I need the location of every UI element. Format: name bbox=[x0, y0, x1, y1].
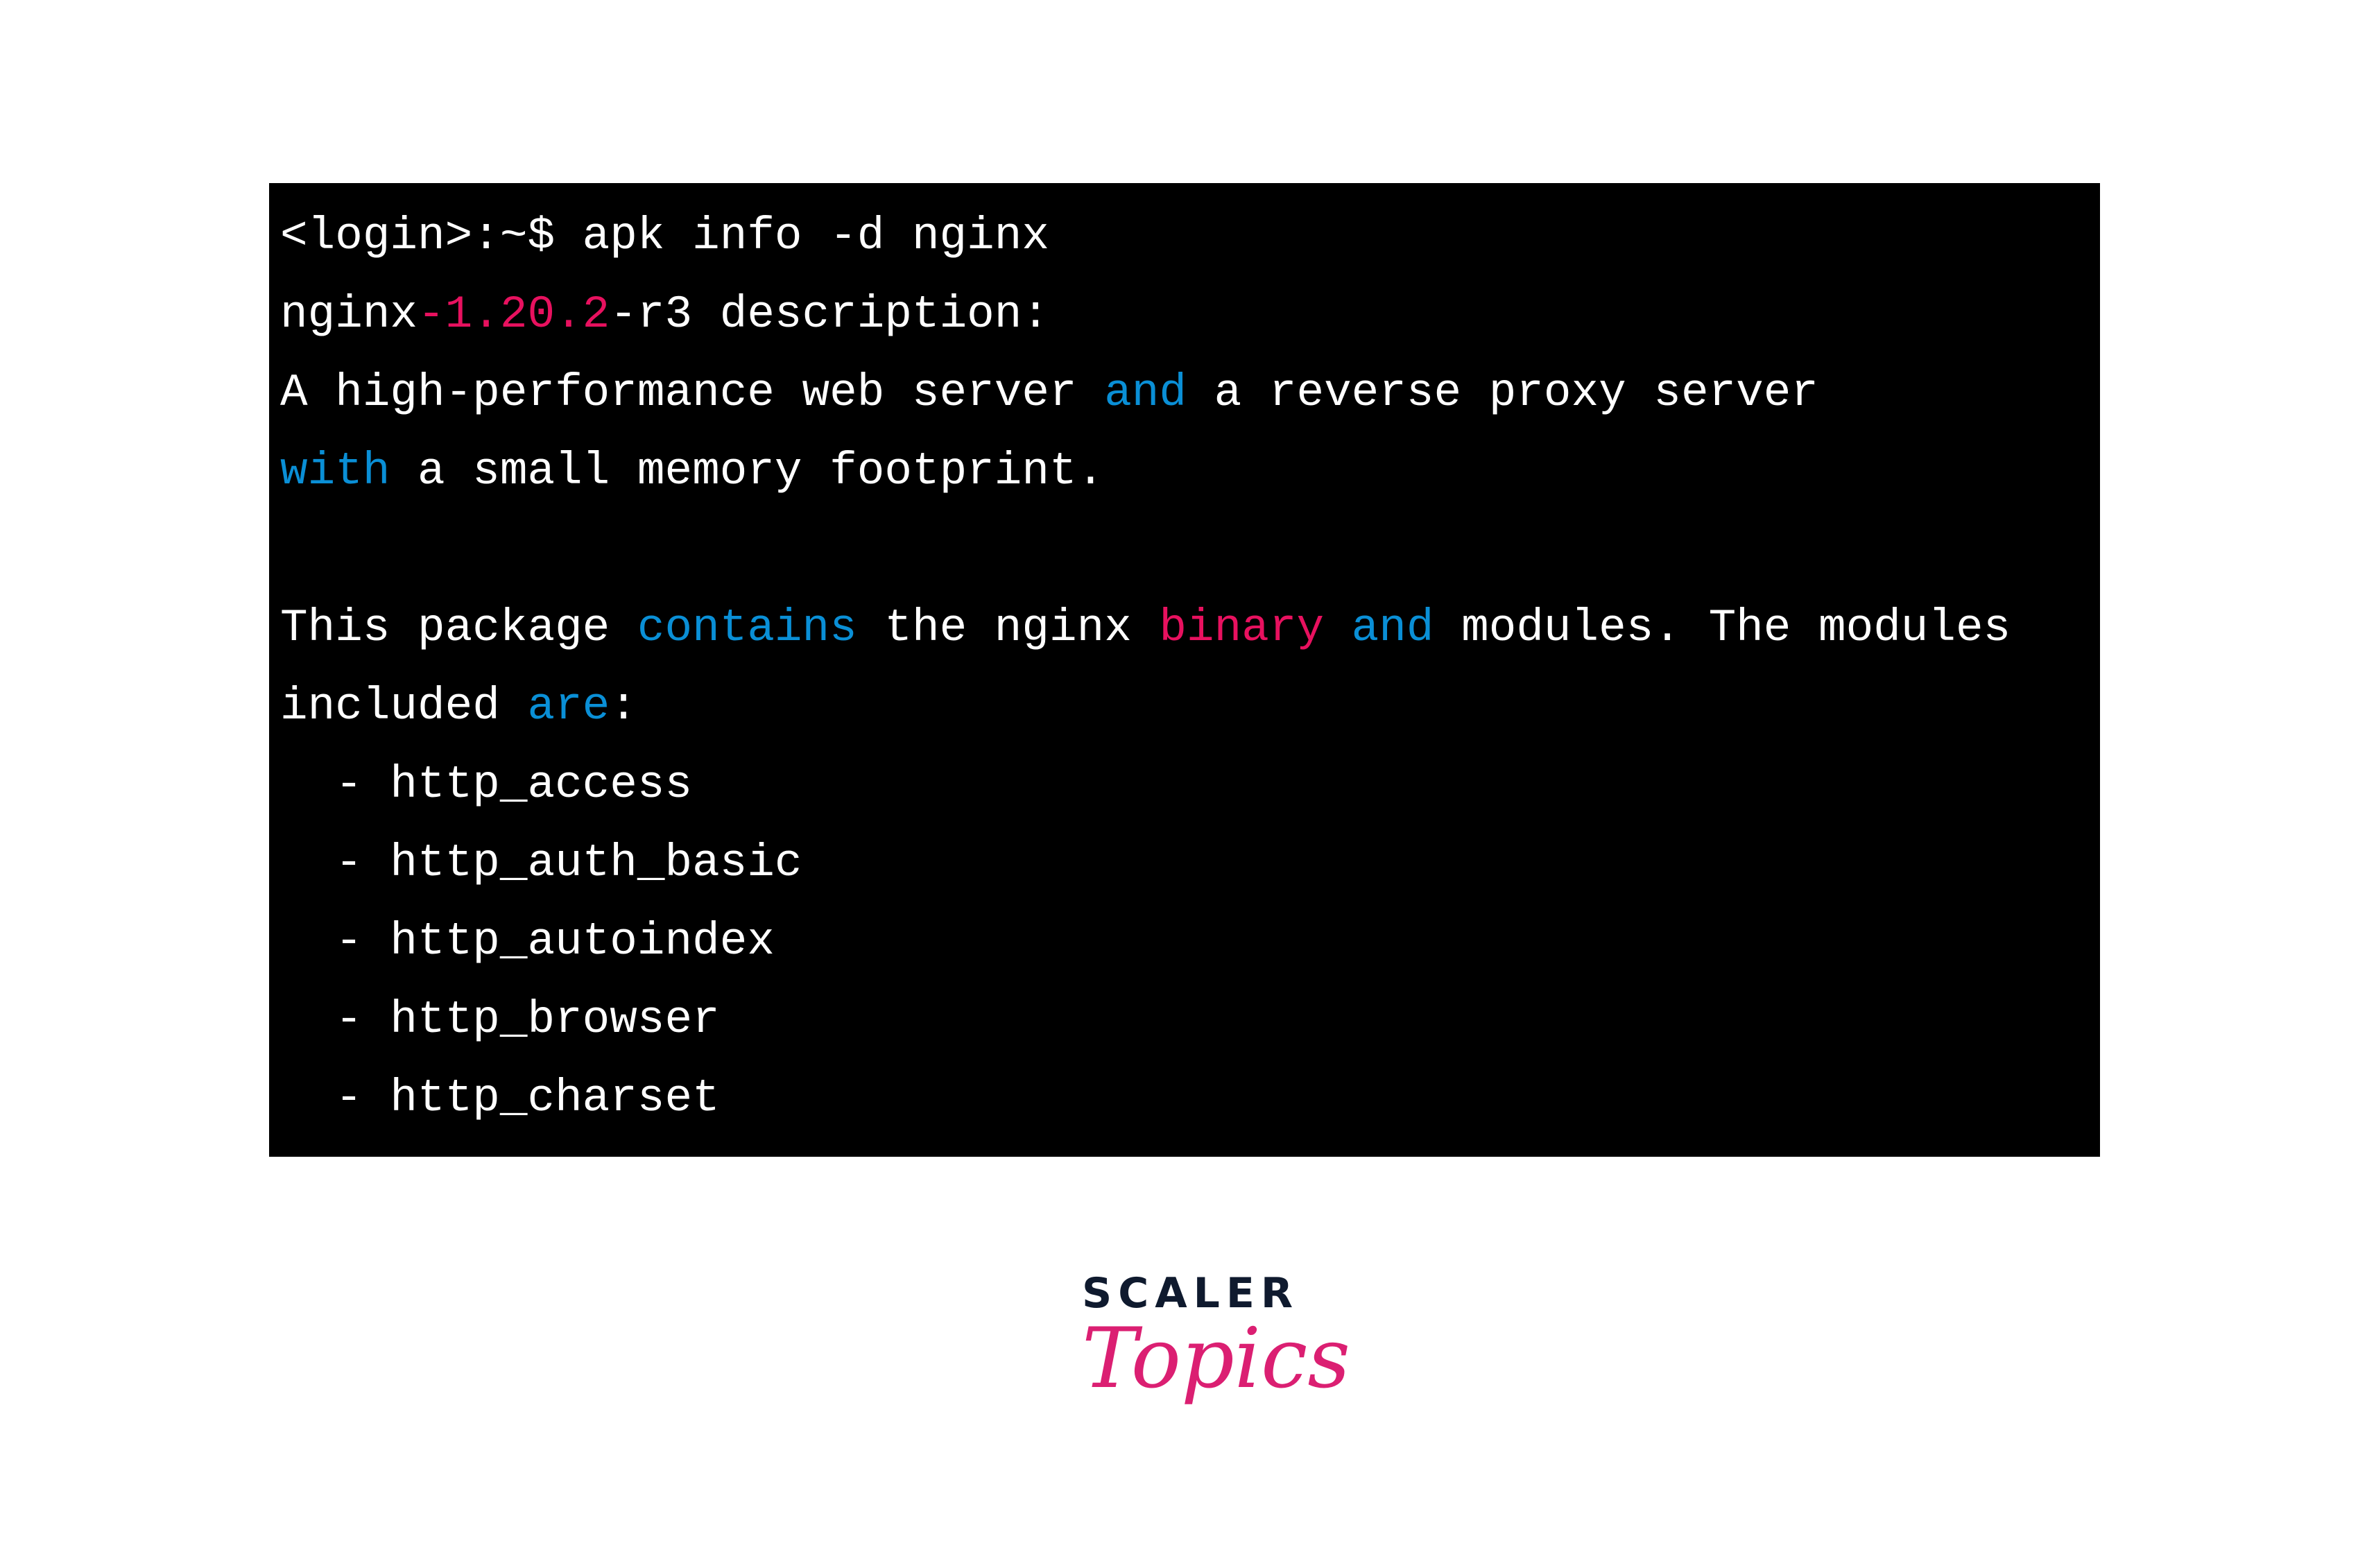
terminal-text-segment: a reverse proxy server bbox=[1187, 367, 1818, 419]
terminal-line: A high-performance web server and a reve… bbox=[280, 354, 2100, 432]
terminal-line: - http_charset bbox=[280, 1059, 2100, 1137]
terminal-text-segment: and bbox=[1104, 367, 1187, 419]
terminal-line: nginx-1.20.2-r3 description: bbox=[280, 275, 2100, 354]
terminal-text-segment: with bbox=[280, 445, 390, 497]
terminal-text-segment: - http_access bbox=[280, 759, 693, 811]
terminal-line: included are: bbox=[280, 667, 2100, 746]
terminal-text-segment: modules. The modules bbox=[1434, 602, 2011, 654]
terminal-line: This package contains the nginx binary a… bbox=[280, 589, 2100, 667]
terminal-text-segment: included bbox=[280, 680, 528, 732]
terminal-line: - http_browser bbox=[280, 981, 2100, 1059]
terminal-output: <login>:~$ apk info -d nginx nginx-1.20.2… bbox=[269, 183, 2100, 1157]
terminal-text-segment: <login>:~$ apk info -d nginx bbox=[280, 210, 1049, 262]
logo-topics-text: Topics bbox=[1082, 1311, 1350, 1407]
scaler-topics-logo: SCALER Topics bbox=[1082, 1269, 1350, 1449]
terminal-text-segment: contains bbox=[637, 602, 857, 654]
terminal-text-segment: -r3 description: bbox=[610, 288, 1049, 341]
terminal-text-segment: This package bbox=[280, 602, 637, 654]
terminal-text-segment: - http_autoindex bbox=[280, 915, 775, 967]
terminal-text-segment: and bbox=[1351, 602, 1434, 654]
terminal-line: <login>:~$ apk info -d nginx bbox=[280, 197, 2100, 275]
terminal-text-segment: nginx bbox=[280, 288, 418, 341]
terminal-line: with a small memory footprint. bbox=[280, 432, 2100, 510]
terminal-text-segment: binary bbox=[1159, 602, 1325, 654]
terminal-text-segment: the nginx bbox=[857, 602, 1160, 654]
terminal-text-segment: a small memory footprint. bbox=[390, 445, 1105, 497]
terminal-text-segment: are bbox=[527, 680, 610, 732]
terminal-text-segment: - http_charset bbox=[280, 1072, 720, 1124]
terminal-text-segment: - http_auth_basic bbox=[280, 837, 802, 889]
terminal-text-segment: -1.20.2 bbox=[418, 288, 610, 341]
terminal-text-segment: A high-performance web server bbox=[280, 367, 1105, 419]
terminal-text-segment: - http_browser bbox=[280, 994, 720, 1046]
terminal-line: - http_auth_basic bbox=[280, 824, 2100, 902]
terminal-text-segment: : bbox=[610, 680, 637, 732]
terminal-line: - http_access bbox=[280, 746, 2100, 824]
terminal-line: - http_autoindex bbox=[280, 902, 2100, 981]
